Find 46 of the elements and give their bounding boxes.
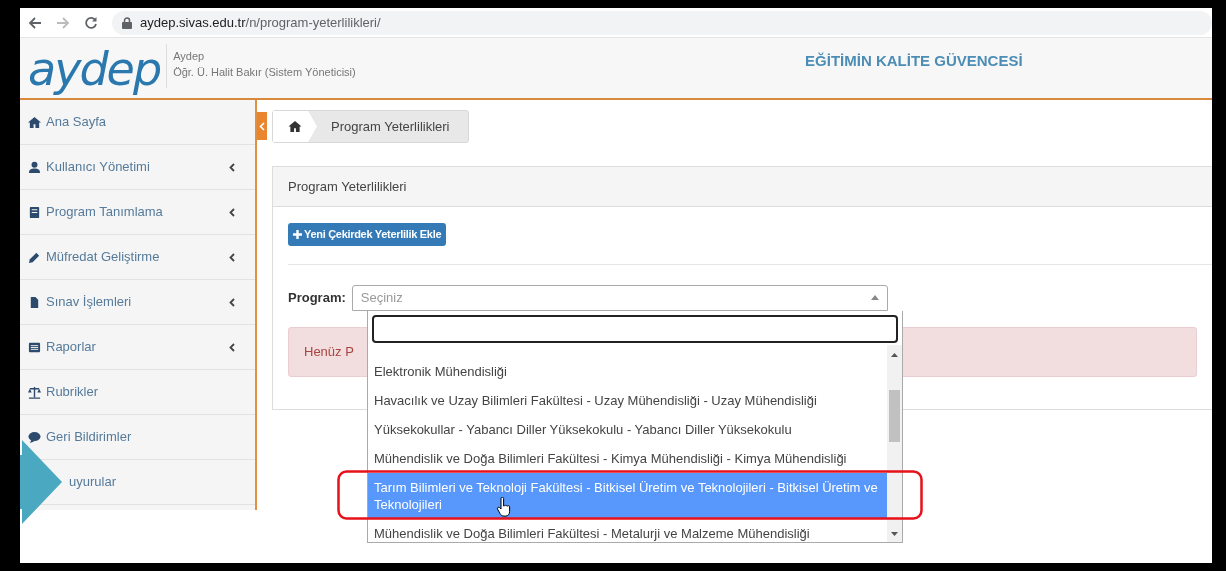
search-field[interactable] — [372, 314, 898, 343]
app-name: Aydep — [173, 49, 206, 64]
program-select[interactable]: Seçiniz — [351, 284, 888, 311]
user-icon — [28, 160, 41, 174]
book-icon — [28, 205, 41, 219]
hand-cursor-icon — [496, 496, 512, 517]
sidebar-item[interactable]: Raporlar — [20, 325, 255, 370]
sidebar-item[interactable]: Müfredat Geliştirme — [20, 235, 255, 280]
collapse-tab[interactable] — [257, 112, 267, 140]
back-icon[interactable] — [28, 15, 42, 30]
scale-icon — [28, 385, 41, 399]
sidebar-item[interactable]: Rubrikler — [20, 370, 255, 415]
sidebar-item[interactable]: Sınav İşlemleri — [20, 280, 255, 325]
scroll-down-icon — [891, 531, 898, 536]
dropdown-option[interactable]: Mühendislik ve Doğa Bilimleri Fakültesi - Metalurji ve Malzeme Mühendisliği — [368, 518, 887, 542]
scrollbar-thumb[interactable] — [889, 389, 900, 442]
dropdown-option[interactable]: Mühendislik ve Doğa Bilimleri Fakültesi - Kimya Mühendisliği - Kimya Mühendisliği — [368, 443, 887, 473]
pencil-icon — [28, 250, 41, 264]
speech-bubble-icon — [28, 430, 41, 444]
chevron-icon — [259, 121, 265, 131]
logo[interactable]: aydep — [20, 38, 167, 94]
field-label: Program: — [288, 288, 346, 307]
add-button[interactable]: Yeni Çekirdek Yeterlilik Ekle — [288, 223, 447, 246]
dropdown-option[interactable]: Havacılık ve Uzay Bilimleri Fakültesi - Uzay Mühendisliği - Uzay Mühendisliği — [368, 385, 887, 415]
sidebar-item[interactable]: Program Tanımlama — [20, 190, 255, 235]
home-icon — [28, 115, 41, 129]
sidebar-item[interactable]: Ana Sayfa — [20, 100, 255, 145]
user-name: Öğr. Ü. Halit Bakır (Sistem Yöneticisi) — [173, 65, 356, 80]
file-icon — [28, 295, 41, 309]
plus-icon — [293, 229, 302, 239]
list-icon — [28, 340, 41, 354]
scroll-up-icon — [891, 352, 898, 357]
sidebar-item[interactable]: Kullanıcı Yönetimi — [20, 145, 255, 190]
caret-icon — [870, 295, 879, 300]
lock-icon — [122, 16, 132, 29]
home-icon — [288, 120, 302, 133]
panel-title: Program Yeterlilikleri — [273, 167, 1212, 207]
sidebar-item[interactable]: uyurular — [69, 472, 116, 492]
tagline: EĞİTİMİN KALİTE GÜVENCESİ — [804, 51, 1024, 71]
dropdown-option[interactable]: Tarım Bilimleri ve Teknoloji Fakültesi - Bitkisel Üretim ve Teknolojileri - Bitkisel Üretim ve Teknolojileri — [368, 472, 887, 519]
dropdown-option[interactable]: Yüksekokullar - Yabancı Diller Yüksekokulu - Yabancı Diller Yüksekokulu — [368, 414, 887, 444]
scrollbar[interactable] — [887, 344, 902, 542]
url-text: aydep.sivas.edu.tr/n/program-yeterlilikleri/ — [140, 13, 381, 32]
breadcrumb-home[interactable] — [273, 111, 317, 142]
address-bar[interactable]: aydep.sivas.edu.tr/n/program-yeterlilikleri/ — [112, 10, 1212, 35]
reload-icon[interactable] — [84, 15, 98, 30]
